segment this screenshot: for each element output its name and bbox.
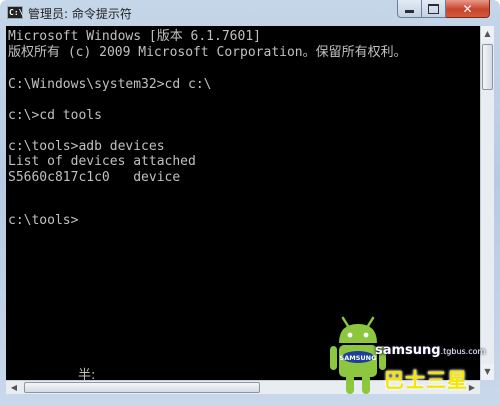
close-icon: ✕	[462, 1, 473, 16]
console-prompt-line: c:\tools>	[8, 213, 79, 228]
minimize-icon	[405, 10, 414, 13]
close-button[interactable]: ✕	[446, 0, 490, 18]
watermark: SAMSUNG samsung.tgbus.com 巴士三星	[330, 316, 500, 406]
maximize-icon	[428, 3, 439, 14]
cmd-app-icon[interactable]: C:\	[7, 6, 23, 19]
watermark-site-name: samsung	[375, 343, 441, 358]
watermark-site-suffix: .tgbus.com	[440, 347, 486, 356]
console-line: Microsoft Windows [版本 6.1.7601]	[8, 29, 261, 44]
vertical-scroll-thumb[interactable]	[482, 44, 493, 90]
samsung-logo-text: SAMSUNG	[340, 354, 377, 362]
watermark-site: samsung.tgbus.com	[375, 343, 485, 358]
window-title: 管理员: 命令提示符	[28, 7, 132, 21]
maximize-button[interactable]	[422, 0, 446, 18]
console-line: c:\tools>adb devices	[8, 139, 165, 154]
console-line: c:\>cd tools	[8, 108, 102, 123]
console-line: S5660c817c1c0 device	[8, 170, 181, 185]
console-line: C:\Windows\system32>cd c:\	[8, 77, 212, 92]
command-prompt-window: C:\ 管理员: 命令提示符 ✕ Microsoft Windows [版本 6…	[0, 0, 500, 406]
horizontal-scroll-thumb[interactable]	[24, 382, 260, 393]
minimize-button[interactable]	[397, 0, 422, 18]
android-robot-icon: SAMSUNG	[330, 316, 386, 394]
scroll-left-icon[interactable]: ◀	[6, 381, 22, 394]
console-line: List of devices attached	[8, 154, 196, 169]
watermark-name: 巴士三星	[384, 368, 468, 392]
console-line: 版权所有 (c) 2009 Microsoft Corporation。保留所有…	[8, 45, 407, 60]
scroll-up-icon[interactable]: ▲	[481, 26, 494, 42]
title-bar[interactable]: C:\ 管理员: 命令提示符 ✕	[0, 0, 500, 26]
